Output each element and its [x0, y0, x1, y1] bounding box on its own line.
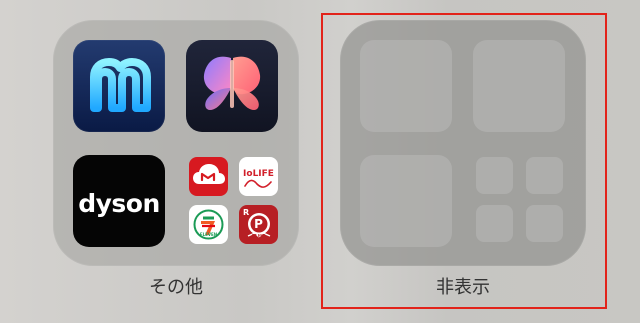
butterfly-icon — [203, 56, 261, 110]
app-seven-eleven[interactable]: ELEVEN — [189, 205, 228, 244]
seven-eleven-text: ELEVEN — [199, 232, 218, 237]
seven-eleven-icon — [191, 207, 226, 242]
m-logo-icon — [90, 58, 151, 112]
folder-label-other: その他 — [149, 277, 203, 298]
app-butterfly[interactable] — [186, 40, 278, 132]
dyson-wordmark: dyson — [78, 189, 160, 218]
folder-other[interactable]: dyson IoLIFE ELEVEN R P CLUB — [53, 20, 299, 266]
club-text: CLUB — [251, 234, 266, 240]
app-cloud[interactable] — [189, 157, 228, 196]
app-iolife[interactable]: IoLIFE — [239, 157, 278, 196]
app-point-club[interactable]: R P CLUB — [239, 205, 278, 244]
app-m-logo[interactable] — [73, 40, 165, 132]
highlight-frame — [321, 13, 607, 309]
club-badge: R — [243, 208, 250, 217]
iolife-icon — [244, 179, 272, 188]
club-letter: P — [254, 217, 263, 231]
app-dyson[interactable]: dyson — [73, 155, 165, 247]
cloud-logo-icon — [193, 164, 225, 184]
